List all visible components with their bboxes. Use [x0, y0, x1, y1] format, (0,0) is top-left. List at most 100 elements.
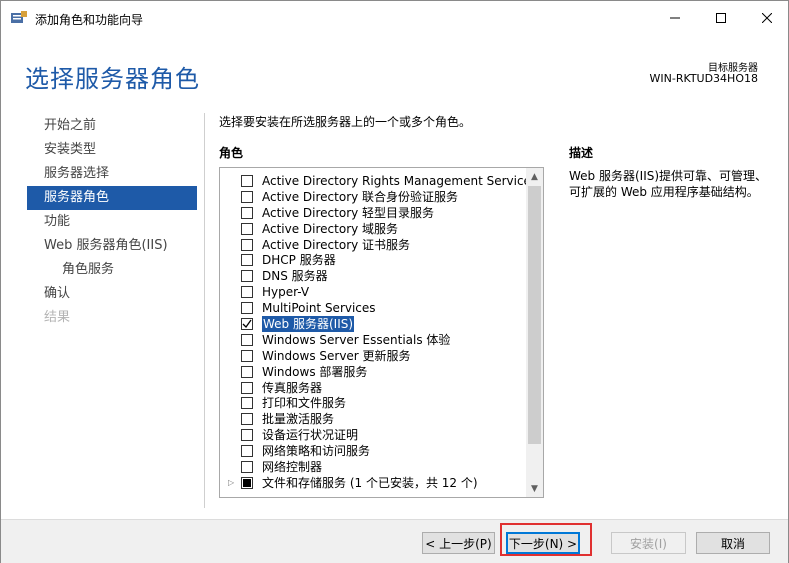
- role-checkbox[interactable]: [241, 270, 253, 283]
- role-label: Web 服务器(IIS): [262, 316, 355, 333]
- role-checkbox[interactable]: [241, 222, 253, 235]
- role-label: DNS 服务器: [262, 269, 328, 284]
- role-checkbox[interactable]: [241, 381, 253, 394]
- next-button-highlight: [500, 523, 592, 556]
- scroll-down-arrow-icon[interactable]: ▼: [526, 480, 543, 497]
- role-checkbox[interactable]: [241, 333, 253, 346]
- role-checkbox[interactable]: [241, 238, 253, 251]
- nav-item-confirmation[interactable]: 确认: [27, 282, 197, 306]
- description-header: 描述: [569, 146, 594, 160]
- nav-divider: [204, 113, 205, 508]
- role-item[interactable]: 打印和文件服务: [220, 395, 526, 411]
- page-title: 选择服务器角色: [25, 65, 200, 93]
- role-item[interactable]: Active Directory Rights Management Servi…: [220, 173, 537, 189]
- nav-item-before-you-begin[interactable]: 开始之前: [27, 114, 197, 138]
- target-server-value: WIN-RKTUD34HO18: [649, 72, 759, 85]
- role-item-selected[interactable]: Web 服务器(IIS): [220, 316, 526, 333]
- description-text: Web 服务器(IIS)提供可靠、可管理、可扩展的 Web 应用程序基础结构。: [569, 169, 768, 199]
- role-label: 批量激活服务: [262, 412, 335, 427]
- role-item[interactable]: 设备运行状况证明: [220, 427, 526, 443]
- minimize-icon: [670, 17, 680, 19]
- role-checkbox[interactable]: [241, 206, 253, 219]
- role-checkbox[interactable]: [241, 175, 253, 187]
- wizard-window: 添加角色和功能向导 选择服务器角色 目标服务器 WIN-RKTUD34HO18 …: [0, 0, 789, 563]
- wizard-nav: 开始之前 安装类型 服务器选择 服务器角色 功能 Web 服务器角色(IIS) …: [27, 114, 197, 330]
- close-icon: [762, 13, 772, 23]
- maximize-icon: [716, 13, 726, 23]
- role-item[interactable]: 批量激活服务: [220, 411, 526, 427]
- role-item[interactable]: Active Directory 证书服务: [220, 237, 526, 253]
- role-label: Active Directory 联合身份验证服务: [262, 189, 459, 204]
- role-label: 打印和文件服务: [262, 396, 347, 411]
- role-label: 文件和存储服务 (1 个已安装，共 12 个): [262, 475, 478, 490]
- role-label: 设备运行状况证明: [262, 428, 359, 443]
- role-item[interactable]: Windows Server Essentials 体验: [220, 332, 526, 348]
- role-item[interactable]: 网络策略和访问服务: [220, 443, 526, 459]
- role-checkbox-partial[interactable]: [241, 476, 253, 489]
- role-label: 传真服务器: [262, 380, 323, 395]
- role-item[interactable]: 网络控制器: [220, 459, 526, 475]
- role-label: Active Directory 轻型目录服务: [262, 205, 435, 220]
- role-checkbox[interactable]: [241, 397, 253, 410]
- role-item[interactable]: 传真服务器: [220, 380, 526, 396]
- role-checkbox[interactable]: [241, 365, 253, 378]
- role-label: Hyper-V: [262, 285, 310, 300]
- nav-item-results: 结果: [44, 310, 71, 325]
- role-item[interactable]: MultiPoint Services: [220, 300, 526, 316]
- close-button[interactable]: [744, 1, 789, 35]
- cancel-button[interactable]: 取消: [696, 532, 770, 554]
- role-checkbox[interactable]: [241, 302, 253, 315]
- install-button: 安装(I): [611, 532, 686, 554]
- role-label: Active Directory Rights Management Servi…: [262, 174, 538, 188]
- role-item[interactable]: Active Directory 域服务: [220, 221, 526, 237]
- role-item-expandable[interactable]: ▷ 文件和存储服务 (1 个已安装，共 12 个): [220, 475, 526, 491]
- role-item[interactable]: DHCP 服务器: [220, 252, 526, 268]
- role-label: Active Directory 域服务: [262, 221, 399, 236]
- role-checkbox[interactable]: [241, 254, 253, 267]
- role-checkbox[interactable]: [241, 190, 253, 203]
- nav-item-features[interactable]: 功能: [27, 210, 197, 234]
- role-item[interactable]: Windows Server 更新服务: [220, 348, 526, 364]
- role-label: Windows Server 更新服务: [262, 348, 411, 363]
- nav-item-installation-type[interactable]: 安装类型: [27, 138, 197, 162]
- wizard-footer: < 上一步(P) 下一步(N) > 安装(I) 取消: [1, 519, 788, 563]
- minimize-button[interactable]: [652, 1, 698, 35]
- nav-item-role-services[interactable]: 角色服务: [27, 258, 197, 282]
- scroll-thumb[interactable]: [528, 186, 541, 444]
- nav-item-server-roles[interactable]: 服务器角色: [27, 186, 197, 210]
- roles-list-box: Active Directory Rights Management Servi…: [219, 167, 544, 498]
- expand-triangle-icon[interactable]: ▷: [228, 478, 238, 488]
- roles-list: Active Directory Rights Management Servi…: [220, 173, 537, 491]
- roles-scrollbar[interactable]: ▲ ▼: [526, 168, 543, 497]
- role-label: 网络控制器: [262, 460, 323, 475]
- role-item[interactable]: Active Directory 联合身份验证服务: [220, 189, 526, 205]
- previous-button[interactable]: < 上一步(P): [422, 532, 495, 554]
- role-checkbox[interactable]: [241, 429, 253, 442]
- role-label: 网络策略和访问服务: [262, 444, 371, 459]
- role-label: Windows Server Essentials 体验: [262, 332, 451, 347]
- role-label: MultiPoint Services: [262, 301, 376, 316]
- role-checkbox[interactable]: [241, 445, 253, 458]
- maximize-button[interactable]: [698, 1, 744, 35]
- checkmark-icon: [242, 319, 252, 329]
- role-item[interactable]: DNS 服务器: [220, 268, 526, 284]
- role-checkbox[interactable]: [241, 349, 253, 362]
- role-label: DHCP 服务器: [262, 253, 336, 268]
- role-item[interactable]: Windows 部署服务: [220, 364, 526, 380]
- role-checkbox-checked[interactable]: [241, 318, 253, 331]
- nav-item-server-selection[interactable]: 服务器选择: [27, 162, 197, 186]
- role-checkbox[interactable]: [241, 413, 253, 426]
- window-title: 添加角色和功能向导: [35, 13, 144, 27]
- roles-header: 角色: [219, 146, 244, 160]
- role-checkbox[interactable]: [241, 286, 253, 299]
- server-manager-icon: [11, 11, 27, 23]
- role-item[interactable]: Hyper-V: [220, 284, 526, 300]
- instruction-text: 选择要安装在所选服务器上的一个或多个角色。: [219, 115, 472, 129]
- role-checkbox[interactable]: [241, 461, 253, 474]
- nav-item-web-server-role[interactable]: Web 服务器角色(IIS): [27, 234, 197, 258]
- title-bar: 添加角色和功能向导: [1, 1, 788, 35]
- role-item[interactable]: Active Directory 轻型目录服务: [220, 205, 526, 221]
- role-label: Windows 部署服务: [262, 364, 368, 379]
- role-label: Active Directory 证书服务: [262, 237, 411, 252]
- scroll-up-arrow-icon[interactable]: ▲: [526, 168, 543, 185]
